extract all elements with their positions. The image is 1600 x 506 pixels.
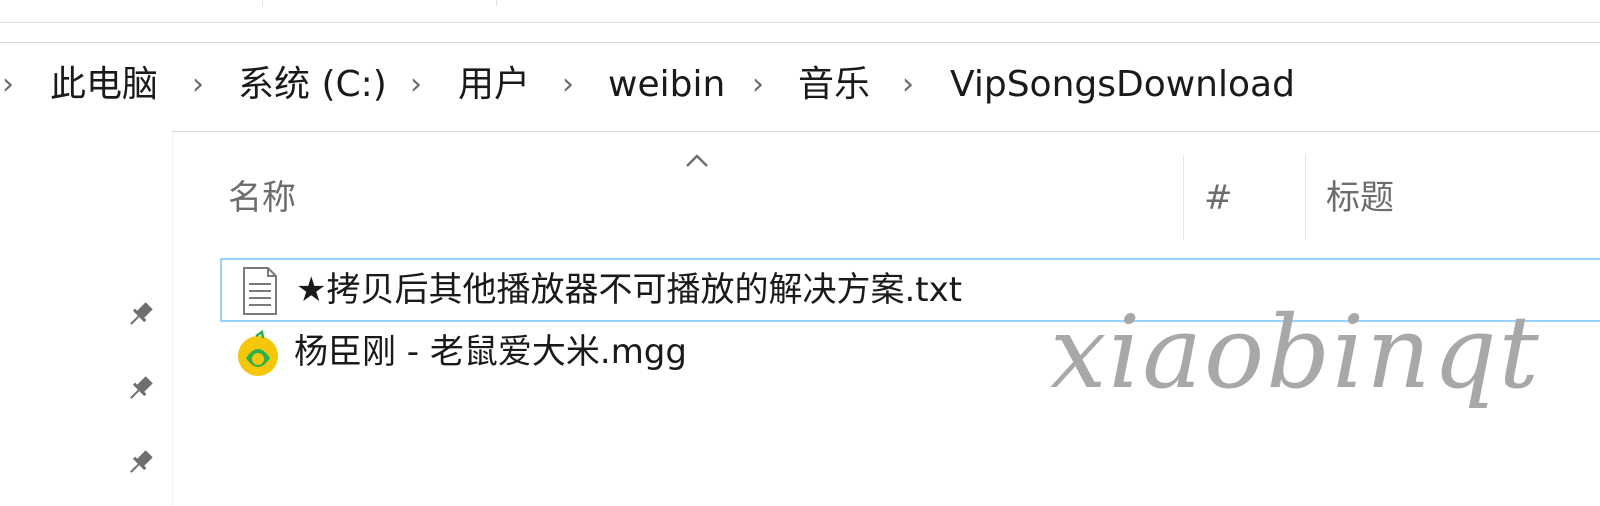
pin-icon[interactable] (124, 373, 156, 405)
column-header-title[interactable]: 标题 (1326, 176, 1394, 220)
ribbon-strip (0, 0, 1600, 23)
sort-ascending-icon (686, 154, 708, 167)
breadcrumb-chevron-icon[interactable]: › (902, 63, 914, 107)
qq-music-file-icon (238, 329, 278, 376)
column-divider[interactable] (1183, 155, 1184, 240)
breadcrumb-chevron-icon[interactable]: › (410, 63, 422, 107)
column-header-number[interactable]: # (1204, 176, 1233, 220)
breadcrumb-chevron-icon[interactable]: › (752, 63, 764, 107)
navigation-pane (0, 131, 173, 506)
address-bar[interactable]: › 此电脑 › 系统 (C:) › 用户 › weibin › 音乐 › Vip… (0, 42, 1600, 132)
column-divider[interactable] (1305, 155, 1306, 240)
breadcrumb-item-vipsongsdownload[interactable]: VipSongsDownload (950, 63, 1295, 107)
breadcrumb-chevron-icon[interactable]: › (562, 63, 574, 107)
file-name: ★拷贝后其他播放器不可播放的解决方案.txt (296, 270, 963, 310)
breadcrumb-item-system-drive[interactable]: 系统 (C:) (238, 63, 387, 107)
breadcrumb-item-weibin[interactable]: weibin (608, 63, 725, 107)
file-name: 杨臣刚 - 老鼠爱大米.mgg (294, 332, 687, 372)
breadcrumb-chevron-icon[interactable]: › (192, 63, 204, 107)
breadcrumb-item-users[interactable]: 用户 (458, 63, 530, 107)
text-file-icon (243, 267, 277, 315)
column-header-name[interactable]: 名称 (228, 176, 296, 220)
pin-icon[interactable] (124, 299, 156, 331)
watermark-text: xiaobinqt (1050, 294, 1541, 411)
ribbon-divider (262, 0, 263, 6)
breadcrumb-chevron-icon[interactable]: › (2, 63, 14, 107)
ribbon-divider (496, 0, 497, 6)
breadcrumb-item-this-pc[interactable]: 此电脑 (50, 63, 158, 107)
breadcrumb-item-music[interactable]: 音乐 (798, 63, 870, 107)
pin-icon[interactable] (124, 447, 156, 479)
